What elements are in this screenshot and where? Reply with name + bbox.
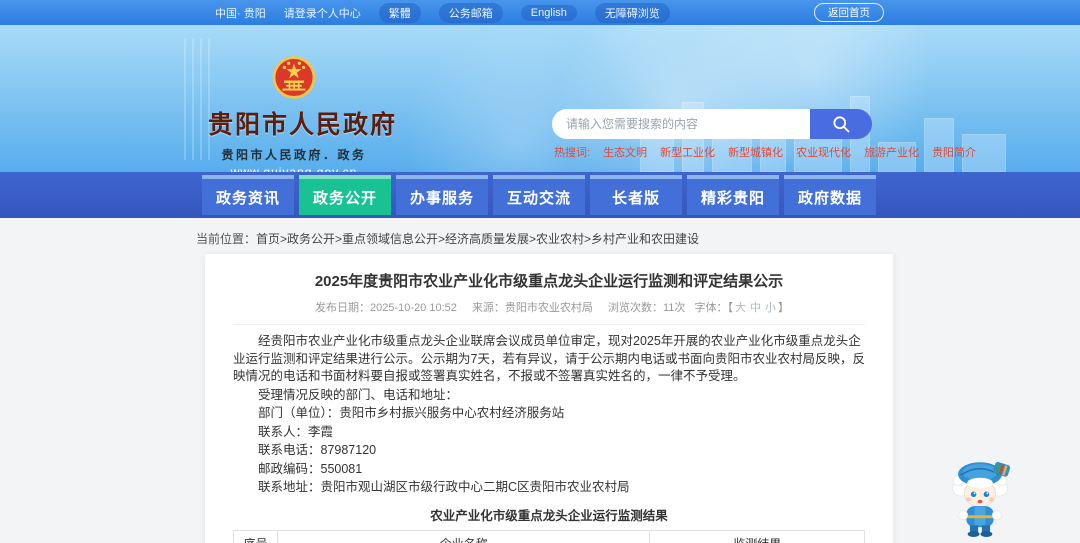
table-header-row: 序号企业名称监测结果 <box>232 529 865 543</box>
font-size-label: 字体：【 <box>694 302 733 314</box>
nav-tab[interactable]: 互动交流 <box>493 175 585 215</box>
hot-search-list: 生态文明 新型工业化 新型城镇化 农业现代化 旅游产业化 贵阳简介 <box>603 144 976 160</box>
nav-tab[interactable]: 政府数据 <box>784 175 876 215</box>
return-home-button[interactable]: 返回首页 <box>814 3 884 22</box>
hot-search-label: 热搜词: <box>554 147 591 159</box>
site-name: 贵阳市人民政府 <box>208 111 398 139</box>
font-size-option[interactable]: 小 <box>765 302 776 314</box>
hot-search-word[interactable]: 旅游产业化 <box>864 144 919 160</box>
site-url: www.guiyang.gov.cn <box>230 165 358 172</box>
contact-line: 联系人：李霞 <box>258 424 334 439</box>
contact-line: 联系地址：贵阳市观山湖区市级行政中心二期C区贵阳市农业农村局 <box>258 480 630 494</box>
font-size-switcher: 大中小 <box>733 302 778 314</box>
main-navigation: 政务资讯 政务公开 办事服务 互动交流 长者版 精彩贵阳 政府数据 <box>0 172 1080 218</box>
site-logo[interactable]: 贵阳市人民政府 贵阳市人民政府．政务 www.guiyang.gov.cn <box>208 55 398 172</box>
table-header-cell: 监测结果 <box>649 529 865 543</box>
breadcrumb-path[interactable]: 首页>政务公开>重点领域信息公开>经济高质量发展>农业农村>乡村产业和农田建设 <box>256 232 699 246</box>
site-subtitle: 贵阳市人民政府．政务 <box>221 148 367 162</box>
article-title: 2025年度贵阳市农业产业化市级重点龙头企业运行监测和评定结果公示 <box>314 273 784 290</box>
national-emblem-icon <box>272 56 316 99</box>
view-count: 浏览次数：11次 <box>608 302 686 314</box>
font-size-label-end: 】 <box>777 302 789 314</box>
search-icon <box>833 116 850 133</box>
banner-stripe-decoration <box>184 39 210 160</box>
hot-search-word[interactable]: 农业现代化 <box>796 144 851 160</box>
article-paragraph: 经贵阳市农业产业化市级重点龙头企业联席会议成员单位审定，现对2025年开展的农业… <box>233 334 865 383</box>
article-meta: 发布日期：2025-10-20 10:52 来源：贵阳市农业农村局 浏览次数：1… <box>233 299 865 325</box>
article-paragraph: 受理情况反映的部门、电话和地址： <box>258 387 459 402</box>
nav-tab[interactable]: 政务公开 <box>299 175 391 215</box>
contact-line: 部门（单位）：贵阳市乡村振兴服务中心农村经济服务站 <box>258 406 565 420</box>
contact-lines: 部门（单位）：贵阳市乡村振兴服务中心农村经济服务站 联系人：李霞联系电话：8798… <box>233 405 865 497</box>
topbar-link[interactable]: 繁體 <box>378 2 421 23</box>
nav-tab[interactable]: 长者版 <box>590 175 682 215</box>
font-size-option[interactable]: 大 <box>735 302 746 314</box>
search-input[interactable] <box>552 109 810 139</box>
hot-search-word[interactable]: 贵阳简介 <box>932 144 976 160</box>
hot-search-word[interactable]: 新型工业化 <box>660 144 715 160</box>
article-source: 来源：贵阳市农业农村局 <box>471 302 593 314</box>
topbar-links: 中国· 贵阳 请登录个人中心 繁體 公务邮箱 English 无障碍浏览 <box>215 2 688 23</box>
nav-tab[interactable]: 精彩贵阳 <box>687 175 779 215</box>
page: 中国· 贵阳 请登录个人中心 繁體 公务邮箱 English 无障碍浏览 返回首… <box>0 0 1080 543</box>
breadcrumb-label: 当前位置： <box>196 232 257 246</box>
topbar-link[interactable]: English <box>520 4 577 21</box>
mascot-widget[interactable] <box>948 452 1012 542</box>
hot-search-words: 热搜词: 生态文明 新型工业化 新型城镇化 农业现代化 旅游产业化 贵阳简介 <box>554 144 976 160</box>
monitoring-result-table: 序号企业名称监测结果 1 贵州合力超市采购有限公司 合格 2 贵州友禾种业有限公… <box>232 529 865 543</box>
topbar-link[interactable]: 请登录个人中心 <box>284 5 361 21</box>
publish-date: 发布日期：2025-10-20 10:52 <box>315 302 457 314</box>
hot-search-word[interactable]: 新型城镇化 <box>728 144 783 160</box>
top-utility-bar: 中国· 贵阳 请登录个人中心 繁體 公务邮箱 English 无障碍浏览 返回首… <box>0 0 1080 25</box>
contact-line: 联系电话：87987120 <box>258 443 377 457</box>
breadcrumb: 当前位置：首页>政务公开>重点领域信息公开>经济高质量发展>农业农村>乡村产业和… <box>196 230 699 247</box>
nav-tab[interactable]: 办事服务 <box>396 175 488 215</box>
topbar-link[interactable]: 公务邮箱 <box>438 2 503 23</box>
nav-tab[interactable]: 政务资讯 <box>202 175 294 215</box>
font-size-option[interactable]: 中 <box>750 302 761 314</box>
article-card: 2025年度贵阳市农业产业化市级重点龙头企业运行监测和评定结果公示 发布日期：2… <box>205 254 893 543</box>
result-table-caption: 农业产业化市级重点龙头企业运行监测结果 <box>430 508 668 523</box>
header-banner: 贵阳市人民政府 贵阳市人民政府．政务 www.guiyang.gov.cn 热搜… <box>0 25 1080 172</box>
site-search <box>552 109 872 139</box>
article-body: 经贵阳市农业产业化市级重点龙头企业联席会议成员单位审定，现对2025年开展的农业… <box>233 333 865 497</box>
table-header-cell: 企业名称 <box>277 529 651 543</box>
hot-search-word[interactable]: 生态文明 <box>603 144 647 160</box>
topbar-link[interactable]: 无障碍浏览 <box>594 2 670 23</box>
table-header-cell: 序号 <box>232 529 279 543</box>
topbar-link[interactable]: 中国· 贵阳 <box>215 5 266 21</box>
search-button[interactable] <box>810 109 872 139</box>
contact-line: 邮政编码：550081 <box>258 461 363 476</box>
